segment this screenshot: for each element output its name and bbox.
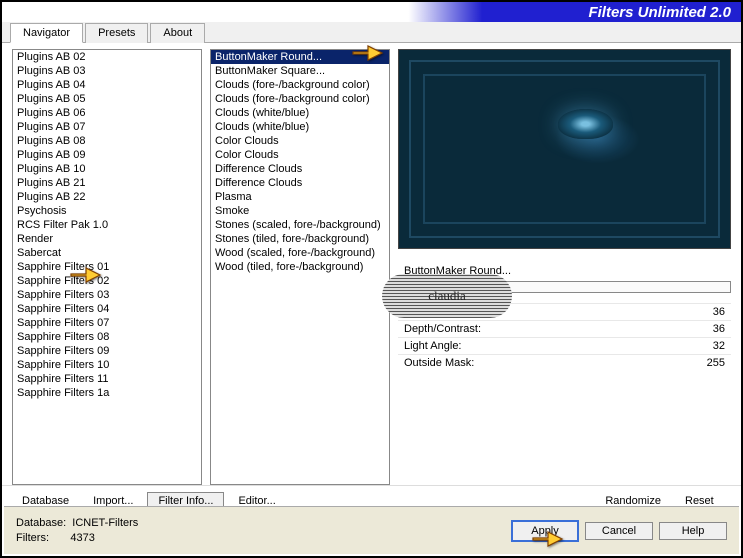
category-item[interactable]: Sapphire Filters 01 [13, 260, 201, 274]
param-row[interactable]: Depth/Contrast: 36 [398, 320, 731, 337]
app-title: Filters Unlimited 2.0 [588, 4, 731, 21]
filter-item[interactable]: ButtonMaker Square... [211, 64, 389, 78]
filter-list[interactable]: ButtonMaker Round...ButtonMaker Square..… [210, 49, 390, 485]
help-button[interactable]: Help [659, 522, 727, 540]
category-item[interactable]: Plugins AB 03 [13, 64, 201, 78]
param-label: Depth/Contrast: [404, 323, 481, 335]
category-item[interactable]: Sapphire Filters 08 [13, 330, 201, 344]
current-filter-label: ButtonMaker Round... [398, 263, 731, 279]
param-value: 36 [713, 306, 725, 318]
status-text: Database: ICNET-Filters Filters: 4373 [16, 516, 138, 545]
filter-item[interactable]: Color Clouds [211, 134, 389, 148]
category-item[interactable]: Sapphire Filters 10 [13, 358, 201, 372]
filter-item[interactable]: Smoke [211, 204, 389, 218]
param-row[interactable]: Light Angle: 32 [398, 337, 731, 354]
category-item[interactable]: Psychosis [13, 204, 201, 218]
filter-item[interactable]: Clouds (white/blue) [211, 120, 389, 134]
apply-button[interactable]: Apply [511, 520, 579, 542]
filter-item[interactable]: Stones (scaled, fore-/background) [211, 218, 389, 232]
category-item[interactable]: Sapphire Filters 1a [13, 386, 201, 400]
filter-item[interactable]: Stones (tiled, fore-/background) [211, 232, 389, 246]
filter-item[interactable]: Color Clouds [211, 148, 389, 162]
filter-column: ButtonMaker Round...ButtonMaker Square..… [210, 49, 390, 485]
category-item[interactable]: Sapphire Filters 04 [13, 302, 201, 316]
category-item[interactable]: Plugins AB 22 [13, 190, 201, 204]
category-column: Plugins AB 02Plugins AB 03Plugins AB 04P… [12, 49, 202, 485]
filter-item[interactable]: Clouds (white/blue) [211, 106, 389, 120]
title-bar: Filters Unlimited 2.0 [2, 2, 741, 22]
param-value: 32 [713, 340, 725, 352]
category-item[interactable]: Plugins AB 05 [13, 92, 201, 106]
progress-bar [398, 281, 731, 293]
tab-presets[interactable]: Presets [85, 23, 148, 43]
filter-item[interactable]: Difference Clouds [211, 162, 389, 176]
cancel-button[interactable]: Cancel [585, 522, 653, 540]
param-label: Outside Mask: [404, 357, 474, 369]
param-value: 36 [713, 323, 725, 335]
category-list[interactable]: Plugins AB 02Plugins AB 03Plugins AB 04P… [12, 49, 202, 485]
param-label: Light Angle: [404, 340, 462, 352]
category-item[interactable]: Plugins AB 07 [13, 120, 201, 134]
category-item[interactable]: Render [13, 232, 201, 246]
category-item[interactable]: Sapphire Filters 07 [13, 316, 201, 330]
category-item[interactable]: RCS Filter Pak 1.0 [13, 218, 201, 232]
filter-item[interactable]: Difference Clouds [211, 176, 389, 190]
tab-about[interactable]: About [150, 23, 205, 43]
filter-item[interactable]: Wood (tiled, fore-/background) [211, 260, 389, 274]
category-item[interactable]: Sabercat [13, 246, 201, 260]
preview-column: ButtonMaker Round... Bevel Size:36Depth/… [398, 49, 731, 485]
tab-strip: NavigatorPresetsAbout [2, 22, 741, 43]
param-value: 255 [707, 357, 725, 369]
filter-item[interactable]: Wood (scaled, fore-/background) [211, 246, 389, 260]
filter-item[interactable]: Plasma [211, 190, 389, 204]
filter-item[interactable]: Clouds (fore-/background color) [211, 78, 389, 92]
category-item[interactable]: Sapphire Filters 09 [13, 344, 201, 358]
category-item[interactable]: Plugins AB 02 [13, 50, 201, 64]
category-item[interactable]: Sapphire Filters 02 [13, 274, 201, 288]
category-item[interactable]: Plugins AB 10 [13, 162, 201, 176]
param-row[interactable]: Bevel Size: 36 [398, 303, 731, 320]
category-item[interactable]: Plugins AB 09 [13, 148, 201, 162]
filter-item[interactable]: Clouds (fore-/background color) [211, 92, 389, 106]
category-item[interactable]: Plugins AB 08 [13, 134, 201, 148]
parameter-panel: Bevel Size: 36 Depth/Contrast: 36 Light Angl… [398, 303, 731, 371]
param-row[interactable]: Outside Mask: 255 [398, 354, 731, 371]
preview-image [398, 49, 731, 249]
category-item[interactable]: Sapphire Filters 03 [13, 288, 201, 302]
filter-item[interactable]: ButtonMaker Round... [211, 50, 389, 64]
param-label: Bevel Size: [404, 306, 459, 318]
main-panel: Plugins AB 02Plugins AB 03Plugins AB 04P… [2, 43, 741, 485]
bottom-bar: Database: ICNET-Filters Filters: 4373 Ap… [4, 506, 739, 554]
category-item[interactable]: Sapphire Filters 11 [13, 372, 201, 386]
category-item[interactable]: Plugins AB 04 [13, 78, 201, 92]
category-item[interactable]: Plugins AB 06 [13, 106, 201, 120]
tab-navigator[interactable]: Navigator [10, 23, 83, 43]
category-item[interactable]: Plugins AB 21 [13, 176, 201, 190]
